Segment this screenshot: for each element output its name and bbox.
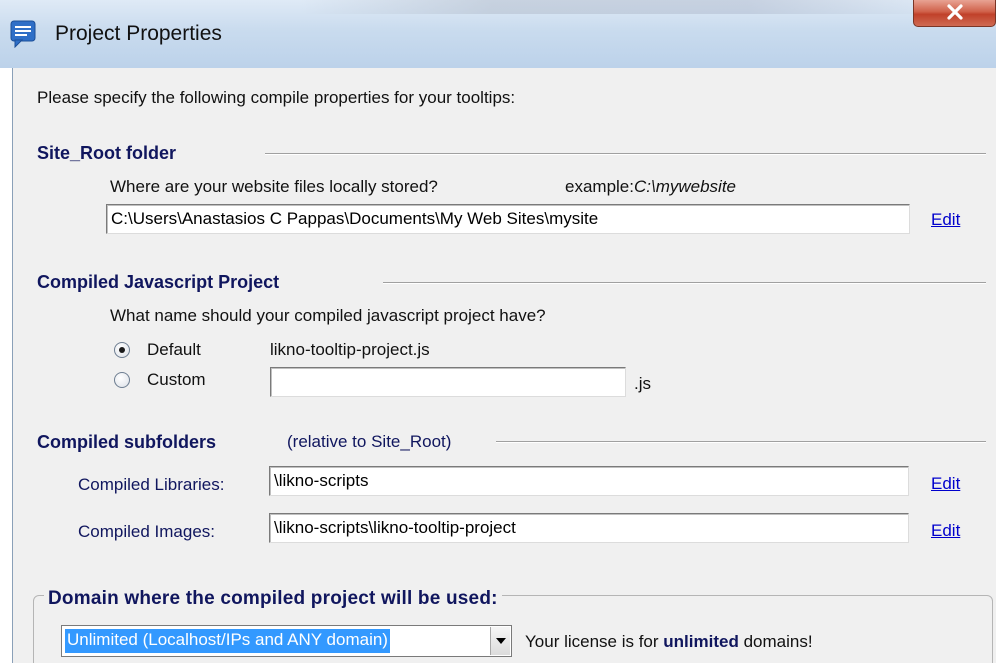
divider bbox=[496, 441, 986, 443]
compiled-js-question: What name should your compiled javascrip… bbox=[110, 306, 546, 325]
compiled-libraries-field[interactable]: \likno-scripts bbox=[269, 466, 909, 496]
domain-selected-option: Unlimited (Localhost/IPs and ANY domain) bbox=[64, 628, 391, 654]
close-icon bbox=[947, 4, 963, 20]
default-radio-label[interactable]: Default bbox=[147, 340, 201, 360]
window-title: Project Properties bbox=[55, 22, 222, 45]
example-value: C:\mywebsite bbox=[633, 177, 737, 196]
domain-select[interactable]: Unlimited (Localhost/IPs and ANY domain) bbox=[61, 625, 512, 657]
site-root-question: Where are your website files locally sto… bbox=[110, 177, 438, 196]
compiled-libraries-label: Compiled Libraries: bbox=[78, 475, 225, 494]
domain-dropdown-button[interactable] bbox=[490, 627, 510, 655]
license-suffix: domains! bbox=[738, 632, 813, 651]
default-filename: likno-tooltip-project.js bbox=[270, 340, 430, 359]
compiled-images-label: Compiled Images: bbox=[78, 522, 216, 541]
js-extension-label: .js bbox=[634, 374, 651, 393]
subfolders-heading: Compiled subfolders bbox=[37, 432, 217, 452]
divider bbox=[265, 153, 986, 155]
subfolders-note: (relative to Site_Root) bbox=[287, 432, 452, 451]
site-root-heading: Site_Root folder bbox=[37, 143, 177, 163]
site-root-edit-link[interactable]: Edit bbox=[931, 210, 960, 230]
compiled-libraries-edit-link[interactable]: Edit bbox=[931, 474, 960, 494]
license-prefix: Your license is for bbox=[525, 632, 664, 651]
custom-radio-label[interactable]: Custom bbox=[147, 370, 206, 390]
close-button[interactable] bbox=[913, 0, 996, 27]
compiled-js-heading: Compiled Javascript Project bbox=[37, 272, 280, 292]
chevron-down-icon bbox=[496, 638, 506, 644]
speech-bubble-icon bbox=[10, 20, 36, 49]
default-radio[interactable] bbox=[114, 342, 130, 358]
example-hint: example:C:\mywebsite bbox=[565, 177, 736, 197]
example-label: example: bbox=[565, 177, 634, 196]
intro-text: Please specify the following compile pro… bbox=[37, 88, 516, 107]
domain-heading: Domain where the compiled project will b… bbox=[44, 588, 502, 610]
site-root-path-field[interactable]: C:\Users\Anastasios C Pappas\Documents\M… bbox=[106, 204, 910, 234]
custom-filename-field[interactable] bbox=[270, 367, 626, 397]
license-message: Your license is for unlimited domains! bbox=[525, 632, 813, 652]
license-bold: unlimited bbox=[663, 632, 739, 651]
compiled-images-edit-link[interactable]: Edit bbox=[931, 521, 960, 541]
divider bbox=[383, 282, 986, 284]
title-bar[interactable]: Project Properties bbox=[0, 0, 996, 68]
compiled-images-field[interactable]: \likno-scripts\likno-tooltip-project bbox=[269, 513, 909, 543]
radio-selected-dot bbox=[119, 347, 125, 353]
title-bar-sheen bbox=[300, 0, 940, 14]
custom-radio[interactable] bbox=[114, 372, 130, 388]
